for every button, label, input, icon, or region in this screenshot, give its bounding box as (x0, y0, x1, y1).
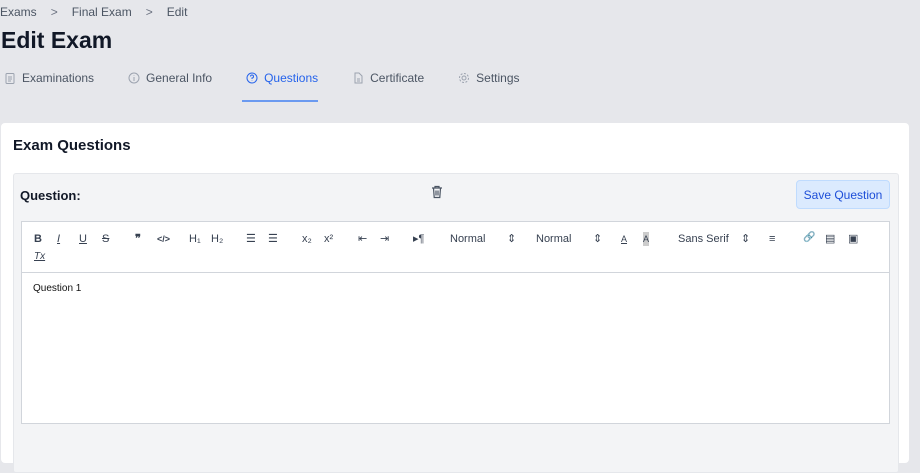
size-value: Normal (450, 233, 486, 245)
tab-settings[interactable]: Settings (454, 66, 520, 102)
size-select[interactable]: Normal ⇕ (450, 232, 516, 246)
header-select[interactable]: Normal ⇕ (536, 232, 602, 246)
tab-label: General Info (146, 71, 213, 85)
breadcrumb-separator: > (50, 5, 58, 19)
image-button[interactable]: ▣ (848, 232, 858, 246)
card-title: Exam Questions (13, 137, 131, 154)
trash-icon[interactable] (431, 185, 443, 199)
link-button[interactable]: 🔗 (803, 231, 815, 245)
code-button[interactable]: </> (157, 232, 170, 246)
ordered-list-button[interactable]: ☰ (246, 232, 256, 246)
superscript-button[interactable]: x² (324, 232, 333, 246)
direction-button[interactable]: ▸¶ (413, 232, 424, 246)
caret-icon: ⇕ (741, 233, 751, 245)
breadcrumb: Exams > Final Exam > Edit (0, 5, 187, 19)
outdent-button[interactable]: ⇤ (358, 232, 367, 246)
subscript-button[interactable]: x₂ (302, 232, 312, 246)
italic-button[interactable]: I (57, 232, 60, 246)
h2-button[interactable]: H₂ (211, 232, 223, 246)
editor-content[interactable]: Question 1 (22, 273, 889, 304)
underline-button[interactable]: U (79, 232, 87, 246)
tab-general-info[interactable]: General Info (124, 66, 212, 102)
save-question-button[interactable]: Save Question (796, 180, 890, 209)
exam-questions-card: Exam Questions Question: Save Question B… (1, 123, 909, 473)
indent-button[interactable]: ⇥ (380, 232, 389, 246)
tab-label: Questions (264, 71, 319, 85)
page-title: Edit Exam (1, 27, 113, 53)
document-icon (354, 72, 363, 84)
tab-questions[interactable]: Questions (242, 66, 319, 102)
question-label: Question: (20, 188, 81, 203)
editor-toolbar: B I U S ❞ </> H₁ H₂ ☰ ☰ x₂ x² ⇤ ⇥ ▸¶ Nor… (22, 222, 889, 273)
video-button[interactable]: ▤ (825, 232, 835, 246)
tab-certificate[interactable]: Certificate (348, 66, 424, 102)
background-color-button[interactable]: A (643, 232, 650, 246)
strike-button[interactable]: S (102, 232, 109, 246)
tab-label: Certificate (370, 71, 425, 85)
question-circle-icon (246, 72, 258, 84)
breadcrumb-exams[interactable]: Exams (0, 5, 37, 19)
tab-examinations[interactable]: Examinations (0, 66, 94, 102)
rich-text-editor: B I U S ❞ </> H₁ H₂ ☰ ☰ x₂ x² ⇤ ⇥ ▸¶ Nor… (21, 221, 890, 424)
caret-icon: ⇕ (593, 233, 603, 245)
font-value: Sans Serif (678, 233, 729, 245)
tabs: Examinations General Info Questions Cert… (0, 66, 550, 102)
bold-button[interactable]: B (34, 232, 42, 246)
blockquote-button[interactable]: ❞ (135, 232, 141, 246)
caret-icon: ⇕ (507, 233, 517, 245)
info-icon (128, 72, 140, 84)
gear-icon (459, 73, 470, 83)
breadcrumb-edit: Edit (166, 5, 188, 19)
question-panel: Question: Save Question B I U S ❞ </> H₁… (13, 173, 899, 473)
text-color-button[interactable]: A (621, 232, 627, 246)
clean-format-button[interactable]: Tx (34, 250, 45, 264)
bullet-list-button[interactable]: ☰ (268, 232, 278, 246)
tab-label: Settings (476, 71, 520, 85)
tab-label: Examinations (22, 71, 95, 85)
align-button[interactable]: ≡ (769, 232, 775, 246)
breadcrumb-separator: > (145, 5, 153, 19)
breadcrumb-final-exam[interactable]: Final Exam (72, 5, 132, 19)
clipboard-icon (5, 73, 15, 84)
header-value: Normal (536, 233, 572, 245)
font-select[interactable]: Sans Serif ⇕ (678, 232, 750, 246)
h1-button[interactable]: H₁ (189, 232, 201, 246)
